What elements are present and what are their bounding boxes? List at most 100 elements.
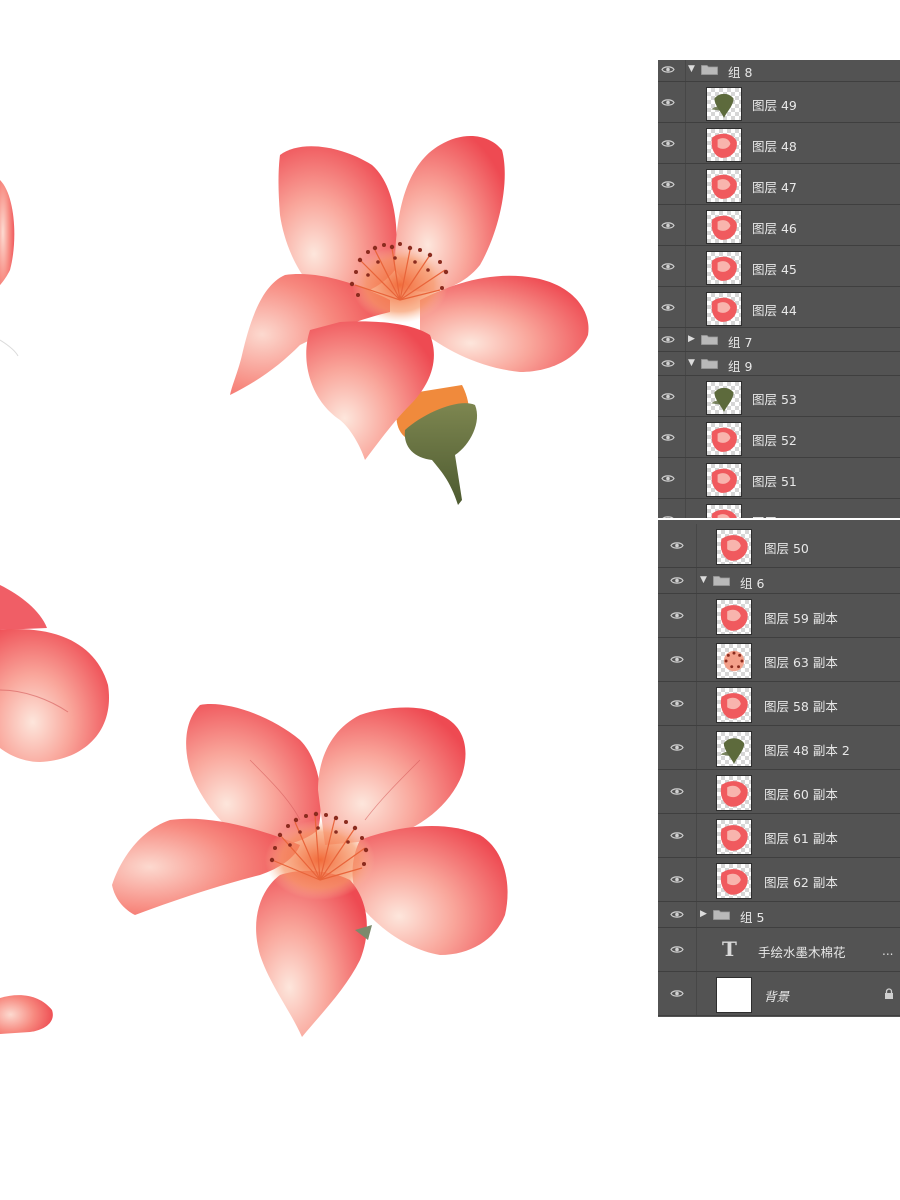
eye-icon[interactable] xyxy=(661,474,675,483)
layer-thumbnail xyxy=(716,775,752,811)
background-layer-row[interactable]: 背景 xyxy=(658,972,900,1016)
layer-name: 图层 51 xyxy=(752,473,797,489)
layer-thumbnail xyxy=(706,503,742,518)
eye-icon[interactable] xyxy=(670,787,684,796)
layer-row[interactable]: 图层 44 xyxy=(658,287,900,328)
layer-row[interactable]: 图层 63 副本 xyxy=(658,638,900,682)
layer-row[interactable]: 图层 51 xyxy=(658,458,900,499)
layer-row[interactable]: 图层 59 副本 xyxy=(658,594,900,638)
layer-name: 图层 59 副本 xyxy=(764,611,838,626)
layer-name: 手绘水墨木棉花 xyxy=(758,945,846,960)
eye-icon[interactable] xyxy=(661,98,675,107)
layer-row[interactable]: 图层 60 副本 xyxy=(658,770,900,814)
layer-thumbnail xyxy=(716,977,752,1013)
layer-thumbnail xyxy=(706,168,742,203)
layer-row[interactable]: 图层 45 xyxy=(658,246,900,287)
group-name: 组 5 xyxy=(740,910,765,925)
folder-icon xyxy=(701,358,718,369)
layer-row[interactable]: 图层 49 xyxy=(658,82,900,123)
layer-name: 图层 46 xyxy=(752,220,797,236)
eye-icon[interactable] xyxy=(670,576,684,585)
layer-thumbnail xyxy=(716,863,752,899)
layer-row[interactable]: 图层 58 副本 xyxy=(658,682,900,726)
layer-name: 图层 60 副本 xyxy=(764,787,838,802)
eye-icon[interactable] xyxy=(670,541,684,550)
eye-icon[interactable] xyxy=(661,359,675,368)
layer-name: 图层 45 xyxy=(752,261,797,277)
group-name: 组 6 xyxy=(740,576,765,591)
eye-icon[interactable] xyxy=(670,989,684,998)
layer-row[interactable]: 图层 48 xyxy=(658,123,900,164)
flower-bottom xyxy=(112,704,508,1037)
eye-icon[interactable] xyxy=(670,743,684,752)
layer-thumbnail xyxy=(706,86,742,121)
layer-thumbnail xyxy=(716,731,752,767)
more-icon: ... xyxy=(882,944,894,958)
layer-thumbnail xyxy=(706,421,742,456)
layer-name: 图层 49 xyxy=(752,97,797,113)
layer-name: 背景 xyxy=(764,989,790,1004)
eye-icon[interactable] xyxy=(661,139,675,148)
eye-icon[interactable] xyxy=(661,221,675,230)
layer-name: 图层 48 xyxy=(752,138,797,154)
layer-thumbnail xyxy=(706,462,742,497)
expand-arrow-icon[interactable]: ▼ xyxy=(688,358,695,368)
eye-icon[interactable] xyxy=(661,392,675,401)
eye-icon[interactable] xyxy=(670,910,684,919)
group-name: 组 8 xyxy=(728,65,753,80)
layer-name: 图层 63 副本 xyxy=(764,655,838,670)
layer-name: 图层 47 xyxy=(752,179,797,195)
layer-name: 图层 48 副本 2 xyxy=(764,743,850,758)
layer-row[interactable]: 图层 50 xyxy=(658,499,900,518)
eye-icon[interactable] xyxy=(661,65,675,74)
layer-group-row[interactable]: ▶ 组 7 xyxy=(658,328,900,352)
eye-icon[interactable] xyxy=(661,180,675,189)
layer-thumbnail xyxy=(706,250,742,285)
layer-row[interactable]: 图层 52 xyxy=(658,417,900,458)
eye-icon[interactable] xyxy=(661,335,675,344)
layer-group-row[interactable]: ▼ 组 6 xyxy=(658,568,900,594)
folder-icon xyxy=(701,334,718,345)
layer-thumbnail xyxy=(716,599,752,635)
layer-group-row[interactable]: ▼ 组 9 xyxy=(658,352,900,376)
layers-panel-bottom: 图层 50 ▼ 组 6 图层 59 副本 图层 63 副本图层 58 副本图层 48 副… xyxy=(658,520,900,1017)
lock-icon xyxy=(884,988,894,999)
layer-row[interactable]: 图层 53 xyxy=(658,376,900,417)
text-layer-row[interactable]: T... 手绘水墨木棉花 xyxy=(658,928,900,972)
layer-row[interactable]: 图层 62 副本 xyxy=(658,858,900,902)
eye-icon[interactable] xyxy=(670,831,684,840)
layer-thumbnail xyxy=(716,529,752,565)
collapse-arrow-icon[interactable]: ▶ xyxy=(700,909,707,919)
layer-row[interactable]: 图层 48 副本 2 xyxy=(658,726,900,770)
eye-icon[interactable] xyxy=(661,433,675,442)
eye-icon[interactable] xyxy=(670,875,684,884)
collapse-arrow-icon[interactable]: ▶ xyxy=(688,334,695,344)
expand-arrow-icon[interactable]: ▼ xyxy=(688,64,695,74)
folder-icon xyxy=(713,575,730,586)
expand-arrow-icon[interactable]: ▼ xyxy=(700,575,707,585)
eye-icon[interactable] xyxy=(670,699,684,708)
layer-name: 图层 50 xyxy=(752,512,797,519)
eye-icon[interactable] xyxy=(670,945,684,954)
layer-name: 图层 61 副本 xyxy=(764,831,838,846)
layer-thumbnail xyxy=(706,380,742,415)
eye-icon[interactable] xyxy=(661,262,675,271)
layer-thumbnail xyxy=(716,819,752,855)
layer-name: 图层 50 xyxy=(764,541,809,556)
eye-icon[interactable] xyxy=(670,611,684,620)
layer-group-row[interactable]: ▼ 组 8 xyxy=(658,60,900,82)
layer-row[interactable]: 图层 47 xyxy=(658,164,900,205)
group-name: 组 9 xyxy=(728,359,753,374)
layer-group-row[interactable]: ▶ 组 5 xyxy=(658,902,900,928)
layers-panel-top: ▼ 组 8 图层 49 图层 48 图层 47 图层 46 图层 45 图层 44 ▶ 组 7 ▼ 组… xyxy=(658,60,900,518)
eye-icon[interactable] xyxy=(661,303,675,312)
layer-row[interactable]: 图层 46 xyxy=(658,205,900,246)
layer-row[interactable]: 图层 50 xyxy=(658,524,900,568)
layer-thumbnail xyxy=(706,127,742,162)
layer-name: 图层 44 xyxy=(752,302,797,318)
layer-row[interactable]: 图层 61 副本 xyxy=(658,814,900,858)
layer-name: 图层 52 xyxy=(752,432,797,448)
eye-icon[interactable] xyxy=(670,655,684,664)
layer-name: 图层 62 副本 xyxy=(764,875,838,890)
eye-icon[interactable] xyxy=(661,515,675,518)
